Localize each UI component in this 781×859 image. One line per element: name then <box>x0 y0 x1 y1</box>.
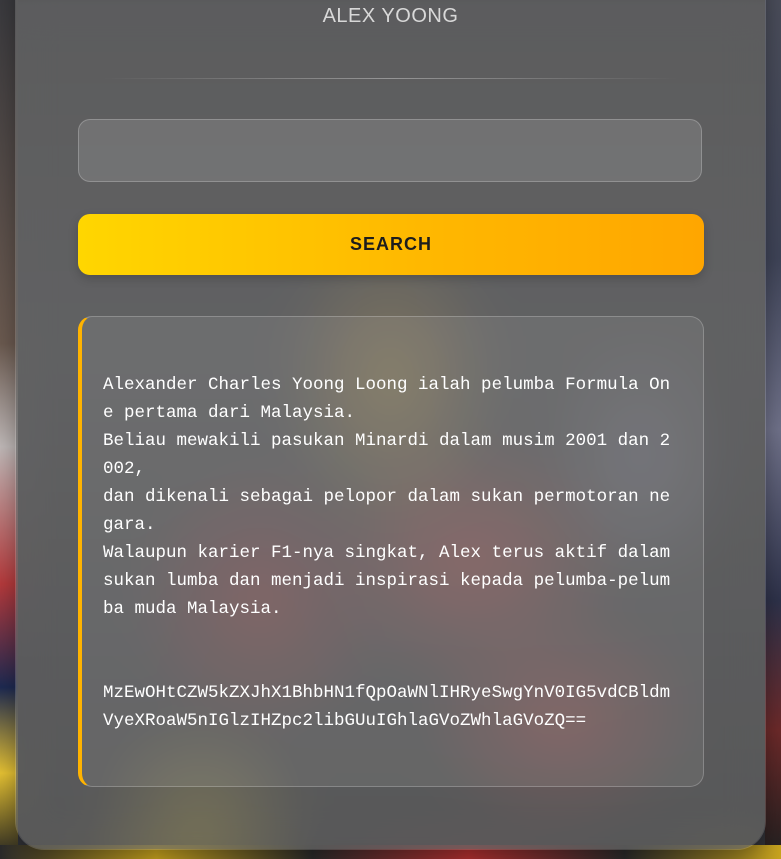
search-button[interactable]: SEARCH <box>78 214 704 275</box>
background-edge-right <box>765 0 781 859</box>
result-panel: Alexander Charles Yoong Loong ialah pelu… <box>78 316 704 787</box>
search-input[interactable] <box>78 119 702 182</box>
page-title: ALEX YOONG <box>322 5 459 27</box>
title-divider <box>100 78 681 79</box>
result-encoded-string: MzEwOHtCZW5kZXJhX1BhbHN1fQpOaWNlIHRyeSwg… <box>103 683 671 731</box>
result-description: Alexander Charles Yoong Loong ialah pelu… <box>103 375 671 619</box>
